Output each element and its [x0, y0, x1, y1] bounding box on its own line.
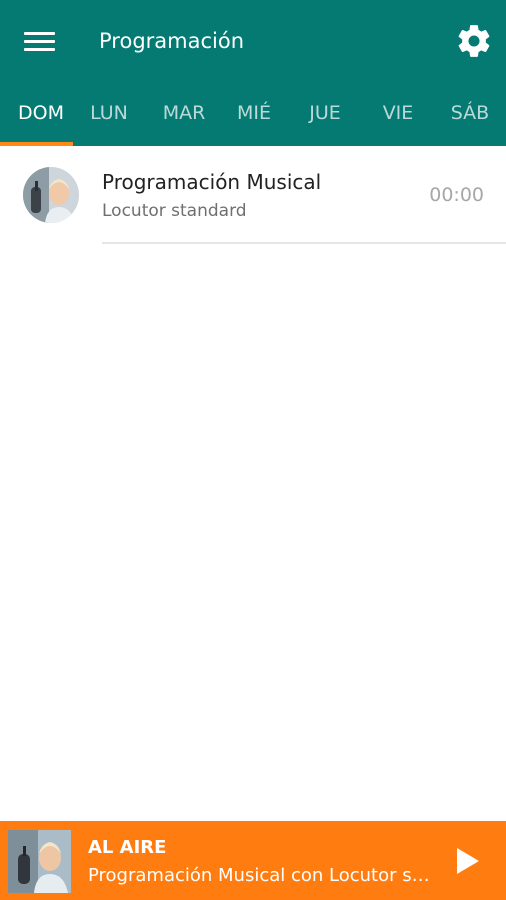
now-playing-bar[interactable]: AL AIRE Programación Musical con Locutor… [0, 821, 506, 900]
page-title: Programación [99, 29, 245, 53]
row-divider [102, 242, 506, 244]
menu-icon-bar [24, 48, 55, 51]
settings-button[interactable] [455, 22, 493, 60]
now-playing-thumbnail [8, 830, 71, 893]
toolbar: Programación [0, 0, 506, 82]
app-bar: Programación DOM LUN MAR MIÉ JUE VIE SÁB [0, 0, 506, 146]
gear-icon [458, 25, 490, 57]
on-air-label: AL AIRE [88, 837, 167, 858]
schedule-item[interactable]: Programación Musical Locutor standard 00… [0, 146, 506, 244]
program-title: Programación Musical [102, 170, 322, 194]
host-avatar-image [23, 167, 79, 223]
tab-jue[interactable]: JUE [288, 82, 362, 146]
tab-vie[interactable]: VIE [361, 82, 435, 146]
now-playing-description: Programación Musical con Locutor standar… [88, 865, 434, 886]
menu-icon-bar [24, 40, 55, 43]
tab-sab[interactable]: SÁB [433, 82, 506, 146]
menu-button[interactable] [22, 28, 58, 54]
host-avatar [23, 167, 79, 223]
program-host: Locutor standard [102, 201, 247, 221]
tab-lun[interactable]: LUN [72, 82, 146, 146]
day-tabs: DOM LUN MAR MIÉ JUE VIE SÁB [0, 82, 506, 146]
tab-mar[interactable]: MAR [146, 82, 222, 146]
play-button[interactable] [448, 843, 484, 879]
now-playing-image [8, 830, 71, 893]
play-icon [457, 848, 479, 874]
tab-dom[interactable]: DOM [0, 82, 82, 146]
program-time: 00:00 [429, 184, 484, 206]
tab-mie[interactable]: MIÉ [217, 82, 291, 146]
menu-icon-bar [24, 32, 55, 35]
